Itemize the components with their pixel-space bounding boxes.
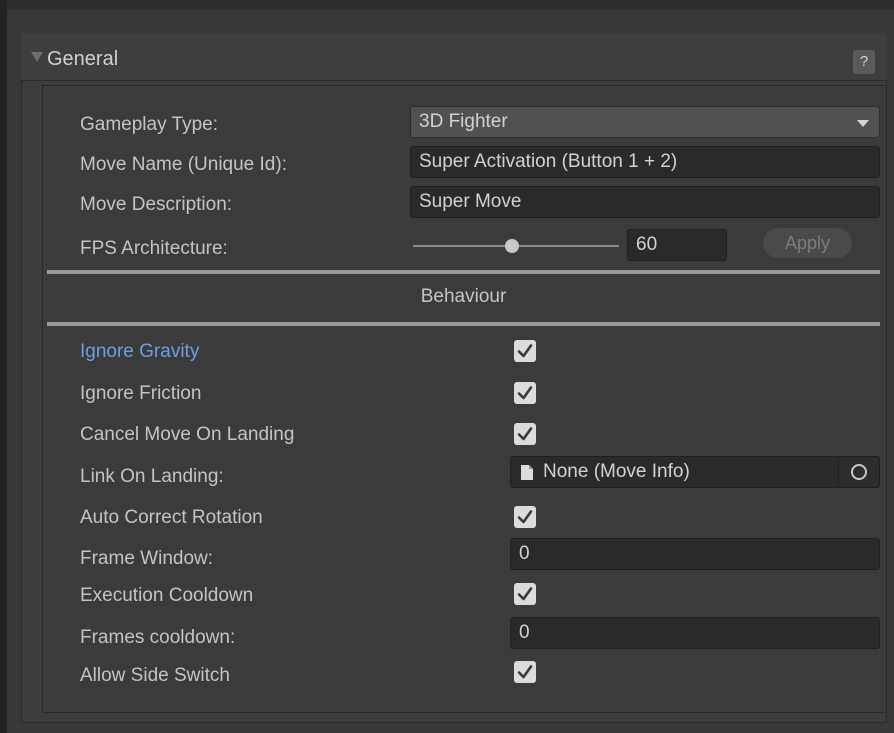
cancel-move-on-landing-label: Cancel Move On Landing [80, 424, 295, 445]
help-button[interactable]: ? [853, 50, 875, 74]
auto-correct-rotation-label: Auto Correct Rotation [80, 507, 263, 528]
auto-correct-rotation-checkbox[interactable] [514, 506, 536, 528]
gameplay-type-dropdown[interactable]: 3D Fighter [410, 106, 880, 138]
checkmark-icon [517, 587, 533, 601]
link-on-landing-label: Link On Landing: [80, 466, 224, 487]
move-description-label: Move Description: [80, 194, 233, 215]
frames-cooldown-label: Frames cooldown: [80, 627, 236, 648]
ignore-friction-label: Ignore Friction [80, 383, 202, 404]
checkmark-icon [517, 386, 533, 400]
frames-cooldown-field[interactable]: 0 [510, 617, 880, 649]
execution-cooldown-label: Execution Cooldown [80, 585, 254, 606]
cancel-move-on-landing-checkbox[interactable] [514, 423, 536, 445]
link-on-landing-value: None (Move Info) [543, 461, 690, 482]
divider-top [47, 270, 880, 274]
checkmark-icon [517, 665, 533, 679]
allow-side-switch-checkbox[interactable] [514, 661, 536, 683]
behaviour-section-title: Behaviour [420, 286, 507, 307]
ignore-gravity-label: Ignore Gravity [80, 341, 200, 362]
foldout-title[interactable]: General [47, 45, 118, 73]
gameplay-type-value: 3D Fighter [419, 111, 508, 132]
object-picker-icon [851, 464, 867, 480]
link-on-landing-object-field[interactable]: None (Move Info) [510, 456, 880, 488]
move-description-field[interactable]: Super Move [410, 186, 880, 218]
window-top-edge [7, 0, 894, 10]
object-picker-button[interactable] [838, 457, 879, 487]
gameplay-type-label: Gameplay Type: [80, 114, 219, 135]
checkmark-icon [517, 344, 533, 358]
fps-value-field[interactable]: 60 [627, 229, 727, 261]
move-name-label: Move Name (Unique Id): [80, 154, 287, 175]
apply-button[interactable]: Apply [763, 228, 852, 258]
fps-architecture-label: FPS Architecture: [80, 238, 228, 259]
frame-window-label: Frame Window: [80, 548, 214, 569]
foldout-header[interactable] [21, 33, 887, 81]
ignore-friction-checkbox[interactable] [514, 382, 536, 404]
fps-slider-handle[interactable] [505, 239, 519, 253]
move-name-field[interactable]: Super Activation (Button 1 + 2) [410, 146, 880, 178]
execution-cooldown-checkbox[interactable] [514, 583, 536, 605]
ignore-gravity-checkbox[interactable] [514, 340, 536, 362]
frame-window-field[interactable]: 0 [510, 538, 880, 570]
divider-bottom [47, 322, 880, 326]
checkmark-icon [517, 510, 533, 524]
foldout-arrow-icon[interactable] [31, 52, 43, 62]
file-icon [521, 465, 533, 480]
checkmark-icon [517, 427, 533, 441]
dropdown-arrow-icon [857, 120, 869, 127]
allow-side-switch-label: Allow Side Switch [80, 665, 230, 686]
window-edge [0, 0, 7, 733]
